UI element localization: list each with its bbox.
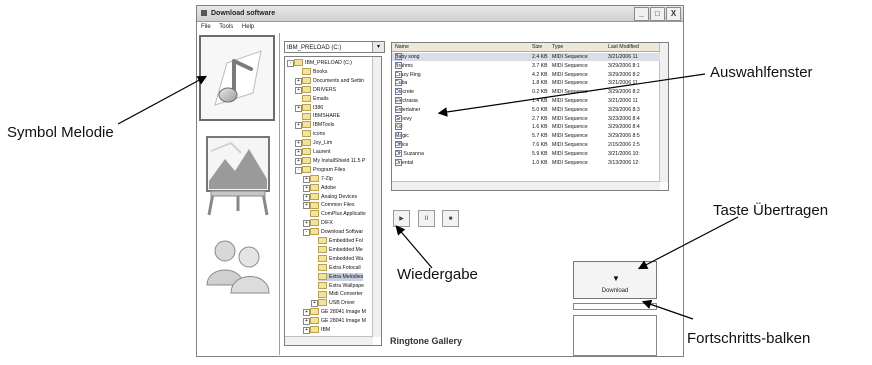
annotation-taste-uebertragen: Taste Übertragen: [713, 202, 829, 219]
annotation-symbol-melodie: Symbol Melodie: [7, 124, 114, 141]
annotation-fortschrittsbalken: Fortschritts-balken: [687, 330, 811, 347]
annotation-wiedergabe: Wiedergabe: [397, 266, 478, 283]
annotation-lines: [117, 73, 739, 320]
annotation-auswahlfenster: Auswahlfenster: [710, 64, 813, 81]
